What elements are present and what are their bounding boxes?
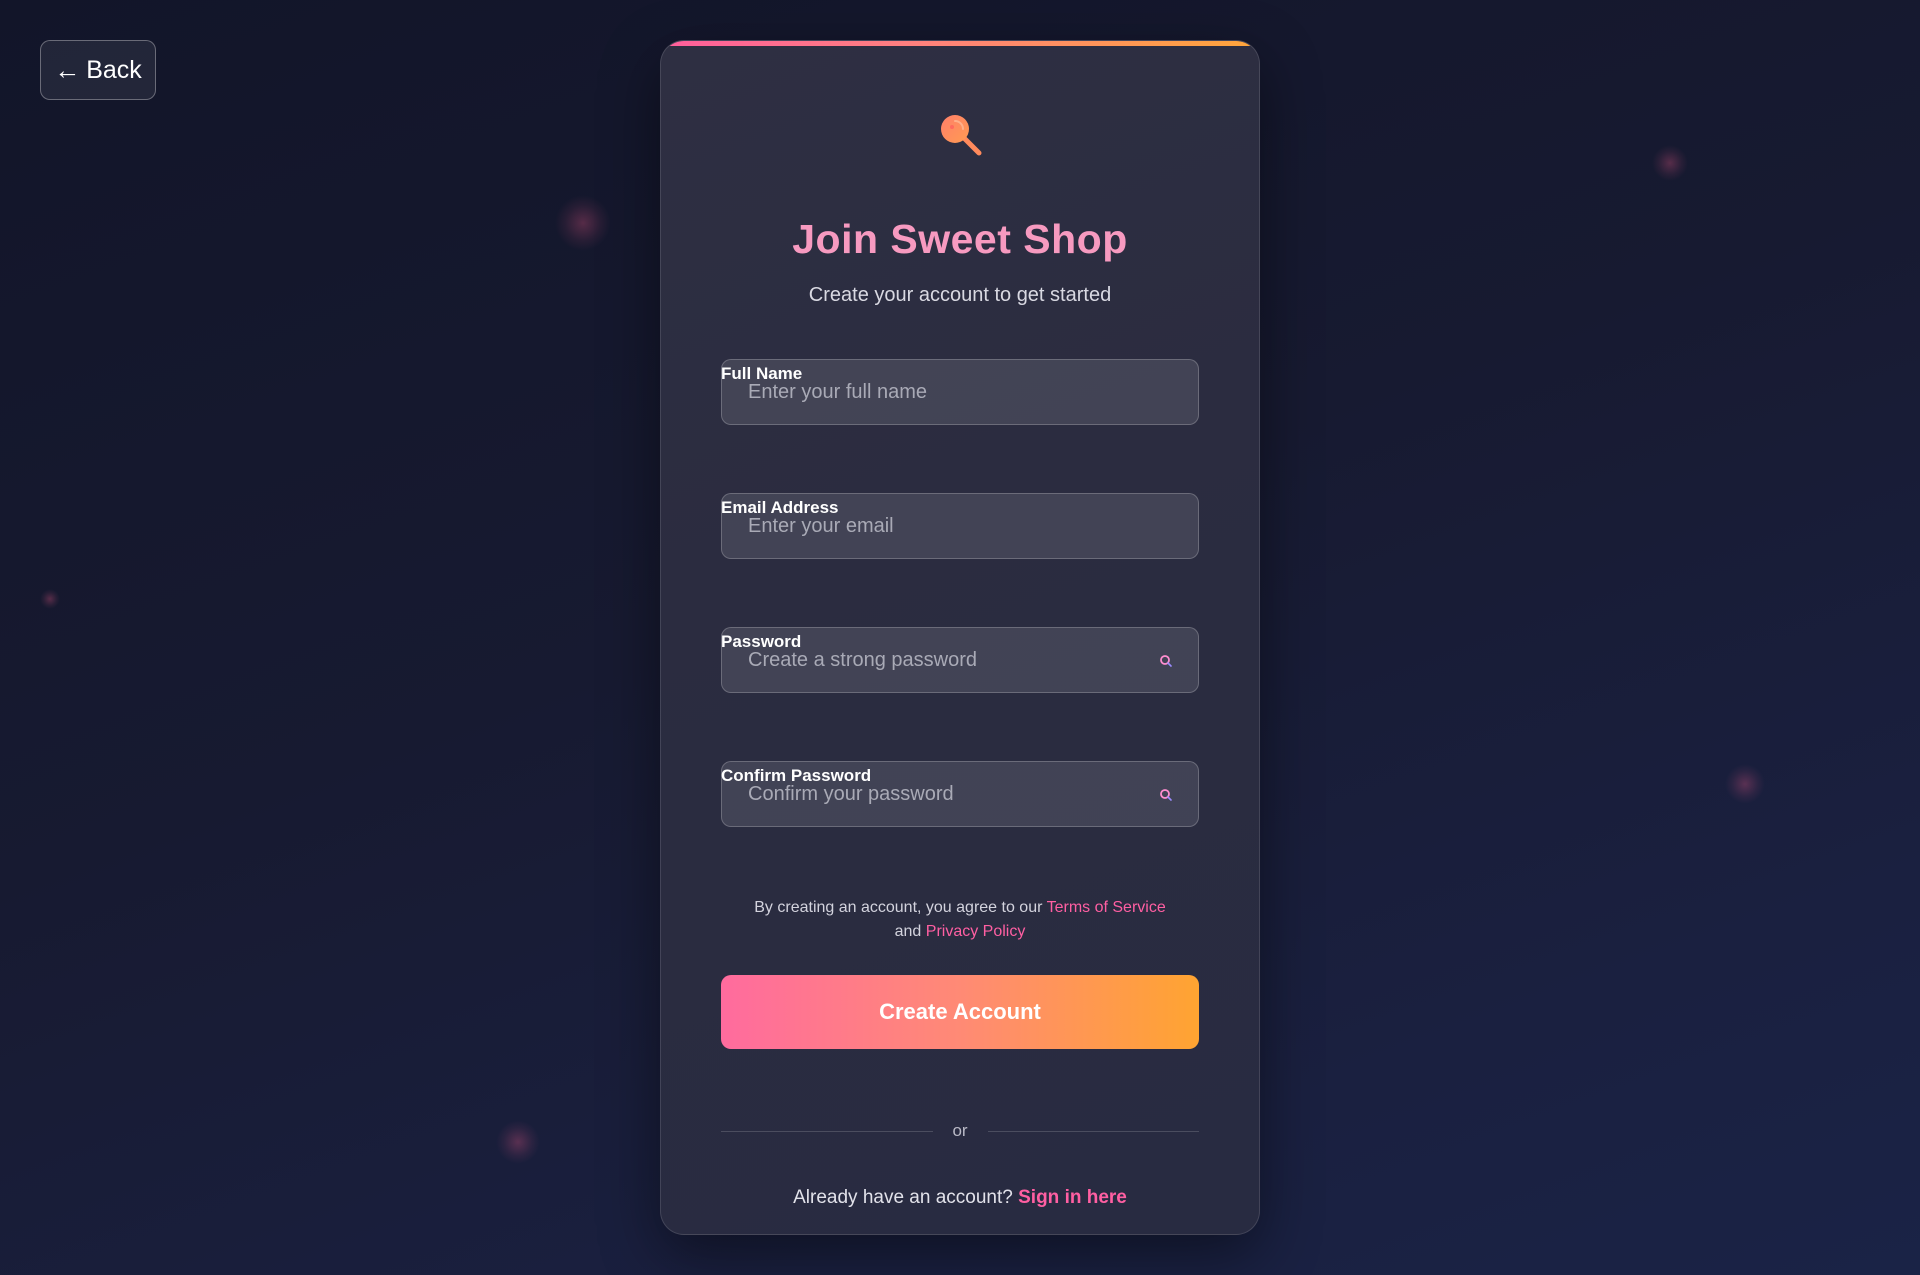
confirm-password-input[interactable] xyxy=(721,761,1199,827)
signin-prompt: Already have an account? Sign in here xyxy=(661,1187,1259,1209)
page-subtitle: Create your account to get started xyxy=(808,284,1112,306)
confirm-password-visibility-eye-icon[interactable] xyxy=(1157,786,1175,804)
page-title: Join Sweet Shop xyxy=(792,216,1128,262)
signup-card: Join Sweet Shop Create your account to g… xyxy=(660,40,1260,1235)
background-glow xyxy=(40,589,60,609)
password-visibility-eye-icon[interactable] xyxy=(1157,652,1175,670)
terms-of-service-link[interactable]: Terms of Service xyxy=(1047,899,1166,916)
signin-link[interactable]: Sign in here xyxy=(1018,1187,1127,1208)
back-button-label: Back xyxy=(86,55,142,84)
background-glow xyxy=(555,195,611,251)
password-input[interactable] xyxy=(721,627,1199,693)
terms-connector: and xyxy=(894,923,922,940)
terms-prefix: By creating an account, you agree to our xyxy=(754,899,1043,916)
full-name-input[interactable] xyxy=(721,359,1199,425)
terms-notice: By creating an account, you agree to our… xyxy=(721,896,1199,944)
lollipop-icon xyxy=(941,115,982,156)
create-account-button[interactable]: Create Account xyxy=(721,975,1199,1049)
background-glow xyxy=(1652,145,1688,181)
background-glow xyxy=(1725,764,1765,804)
signin-prompt-text: Already have an account? xyxy=(793,1187,1013,1208)
divider-line-right xyxy=(988,1131,1199,1132)
card-accent-bar xyxy=(661,41,1259,46)
background-glow xyxy=(496,1120,540,1164)
email-input[interactable] xyxy=(721,493,1199,559)
privacy-policy-link[interactable]: Privacy Policy xyxy=(926,923,1026,940)
back-arrow-icon: ← xyxy=(54,55,81,85)
back-button[interactable]: ← Back xyxy=(40,40,156,100)
